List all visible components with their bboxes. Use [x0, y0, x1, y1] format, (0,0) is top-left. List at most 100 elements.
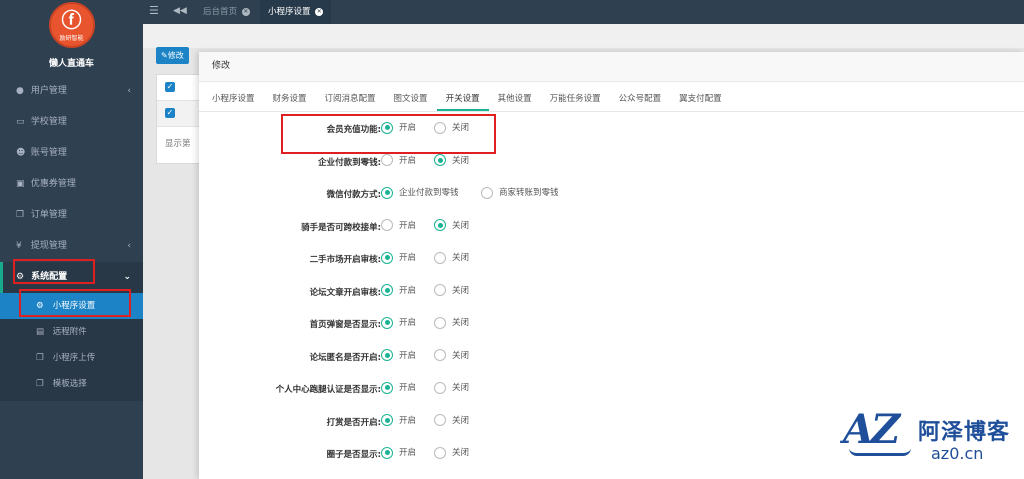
radio-option-merchant[interactable]: 商家转账到零钱: [481, 186, 559, 199]
radio-option-on[interactable]: 开启: [381, 349, 416, 361]
watermark-url: az0.cn: [931, 444, 984, 463]
radio-option-on[interactable]: 开启: [381, 446, 416, 459]
tab-finance[interactable]: 财务设置: [264, 82, 316, 111]
radio-option-on[interactable]: 开启: [381, 219, 417, 231]
checkbox[interactable]: ✓: [165, 108, 175, 118]
option-label: 关闭: [452, 253, 470, 263]
radio-option-off[interactable]: 关闭: [434, 219, 469, 231]
sidebar-subitem-template-select[interactable]: ❐ 模板选择: [0, 371, 143, 397]
edit-button[interactable]: ✎修改: [156, 47, 189, 64]
radio-unchecked-icon[interactable]: [381, 219, 393, 231]
radio-unchecked-icon[interactable]: [434, 446, 446, 459]
radio-unchecked-icon[interactable]: [381, 154, 393, 166]
sidebar-item-orders[interactable]: ❐ 订单管理: [0, 200, 143, 231]
sidebar-subitem-miniprogram-upload[interactable]: ❐ 小程序上传: [0, 345, 143, 371]
radio-option-on[interactable]: 开启: [381, 414, 416, 426]
radio-checked-icon[interactable]: [381, 251, 393, 264]
option-label: 关闭: [452, 155, 470, 166]
tab-switches[interactable]: 开关设置: [436, 82, 489, 111]
radio-checked-icon[interactable]: [434, 154, 446, 166]
radio-option-off[interactable]: 关闭: [434, 446, 469, 459]
radio-option-on[interactable]: 开启: [381, 381, 416, 394]
watermark-logo: AZ: [843, 406, 900, 453]
brand-logo[interactable]: ⓕ 励研智能: [48, 2, 95, 48]
sidebar-item-schools[interactable]: ▭ 学校管理: [0, 107, 143, 138]
radio-option-off[interactable]: 关闭: [434, 414, 470, 426]
tab-official-account[interactable]: 公众号配置: [610, 82, 671, 111]
chevron-left-icon: ‹: [127, 241, 131, 251]
tab-home[interactable]: 后台首页 ✕: [195, 0, 258, 24]
checkbox[interactable]: ✓: [165, 82, 175, 92]
tab-bestpay[interactable]: 翼支付配置: [670, 82, 731, 111]
radio-option-on[interactable]: 开启: [381, 154, 416, 166]
radio-unchecked-icon[interactable]: [434, 349, 446, 361]
sidebar-item-coupons[interactable]: ▣ 优惠券管理: [0, 169, 143, 200]
close-icon[interactable]: ✕: [241, 7, 250, 16]
radio-unchecked-icon[interactable]: [434, 316, 446, 329]
form-row-secondhand-review: 二手市场开启审核: 开启 关闭: [199, 242, 1024, 275]
option-label: 开启: [399, 318, 417, 328]
tab-miniprogram[interactable]: 小程序设置: [203, 82, 264, 111]
option-label: 关闭: [452, 415, 470, 426]
field-label: 企业付款到零钱:: [318, 157, 381, 168]
radio-checked-icon[interactable]: [381, 381, 393, 394]
close-icon[interactable]: ✕: [315, 7, 324, 16]
radio-checked-icon[interactable]: [381, 349, 393, 361]
profile-name[interactable]: 懒人直通车: [0, 56, 143, 69]
watermark: AZ 阿泽博客 az0.cn: [843, 410, 1018, 470]
backward-icon[interactable]: ◀◀: [173, 6, 187, 16]
sidebar-item-accounts[interactable]: ☻ 账号管理: [0, 138, 143, 169]
radio-option-off[interactable]: 关闭: [434, 154, 470, 166]
radio-unchecked-icon[interactable]: [481, 186, 493, 199]
radio-checked-icon[interactable]: [381, 414, 393, 426]
modal-title: 修改: [212, 61, 231, 71]
field-label: 骑手是否可跨校接单:: [301, 222, 381, 233]
tab-subscription[interactable]: 订阅消息配置: [316, 82, 385, 111]
radio-option-off[interactable]: 关闭: [434, 381, 469, 394]
radio-option-off[interactable]: 关闭: [434, 251, 469, 264]
tab-image-text[interactable]: 图文设置: [385, 82, 437, 111]
tab-miniprogram-settings[interactable]: 小程序设置 ✕: [260, 0, 332, 24]
radio-checked-icon[interactable]: [381, 316, 393, 329]
radio-checked-icon[interactable]: [381, 446, 393, 459]
radio-option-off[interactable]: 关闭: [434, 316, 469, 329]
radio-option-on[interactable]: 开启: [381, 251, 416, 264]
order-icon: ❐: [16, 210, 25, 220]
tab-universal-task[interactable]: 万能任务设置: [541, 82, 610, 111]
radio-option-on[interactable]: 开启: [381, 284, 416, 296]
radio-unchecked-icon[interactable]: [434, 381, 446, 394]
edit-icon: ✎: [161, 51, 168, 60]
sidebar-item-label: 账号管理: [30, 148, 67, 158]
image-icon: ▤: [36, 327, 45, 337]
sidebar-item-label: 学校管理: [30, 117, 67, 127]
copy-icon: ❐: [36, 379, 44, 389]
highlight-box-member-recharge: [281, 114, 496, 154]
form-row-rider-cross-school: 骑手是否可跨校接单: 开启 关闭: [199, 210, 1024, 243]
copy-icon: ❐: [36, 353, 44, 363]
form-row-wechat-payment-method: 微信付款方式: 企业付款到零钱 商家转账到零钱: [199, 177, 1024, 210]
table-row: ✓: [157, 101, 199, 127]
option-label: 关闭: [452, 318, 470, 328]
sidebar-item-users[interactable]: ● 用户管理 ‹: [0, 76, 143, 107]
sidebar-subitem-remote-attachments[interactable]: ▤ 远程附件: [0, 319, 143, 345]
radio-option-on[interactable]: 开启: [381, 316, 416, 329]
radio-checked-icon[interactable]: [381, 186, 393, 199]
highlight-box-miniprogram-settings: [19, 289, 131, 317]
radio-checked-icon[interactable]: [381, 284, 393, 296]
table-row: ✓: [157, 75, 199, 101]
radio-checked-icon[interactable]: [434, 219, 446, 231]
yen-icon: ¥: [16, 241, 22, 251]
radio-unchecked-icon[interactable]: [434, 284, 446, 296]
field-label: 打赏是否开启:: [326, 417, 381, 428]
sidebar-item-withdrawals[interactable]: ¥ 提现管理 ‹: [0, 231, 143, 262]
radio-unchecked-icon[interactable]: [434, 251, 446, 264]
field-label: 二手市场开启审核:: [309, 255, 381, 265]
menu-toggle-icon[interactable]: ☰: [149, 5, 163, 17]
radio-unchecked-icon[interactable]: [434, 414, 446, 426]
radio-option-off[interactable]: 关闭: [434, 284, 469, 296]
radio-option-enterprise[interactable]: 企业付款到零钱: [381, 186, 459, 199]
tab-other[interactable]: 其他设置: [489, 82, 541, 111]
radio-option-off[interactable]: 关闭: [434, 349, 469, 361]
option-label: 开启: [399, 220, 417, 231]
sidebar: ⓕ 励研智能 懒人直通车 ● 用户管理 ‹ ▭ 学校管理 ☻ 账号管理 ▣ 优惠…: [0, 0, 143, 479]
